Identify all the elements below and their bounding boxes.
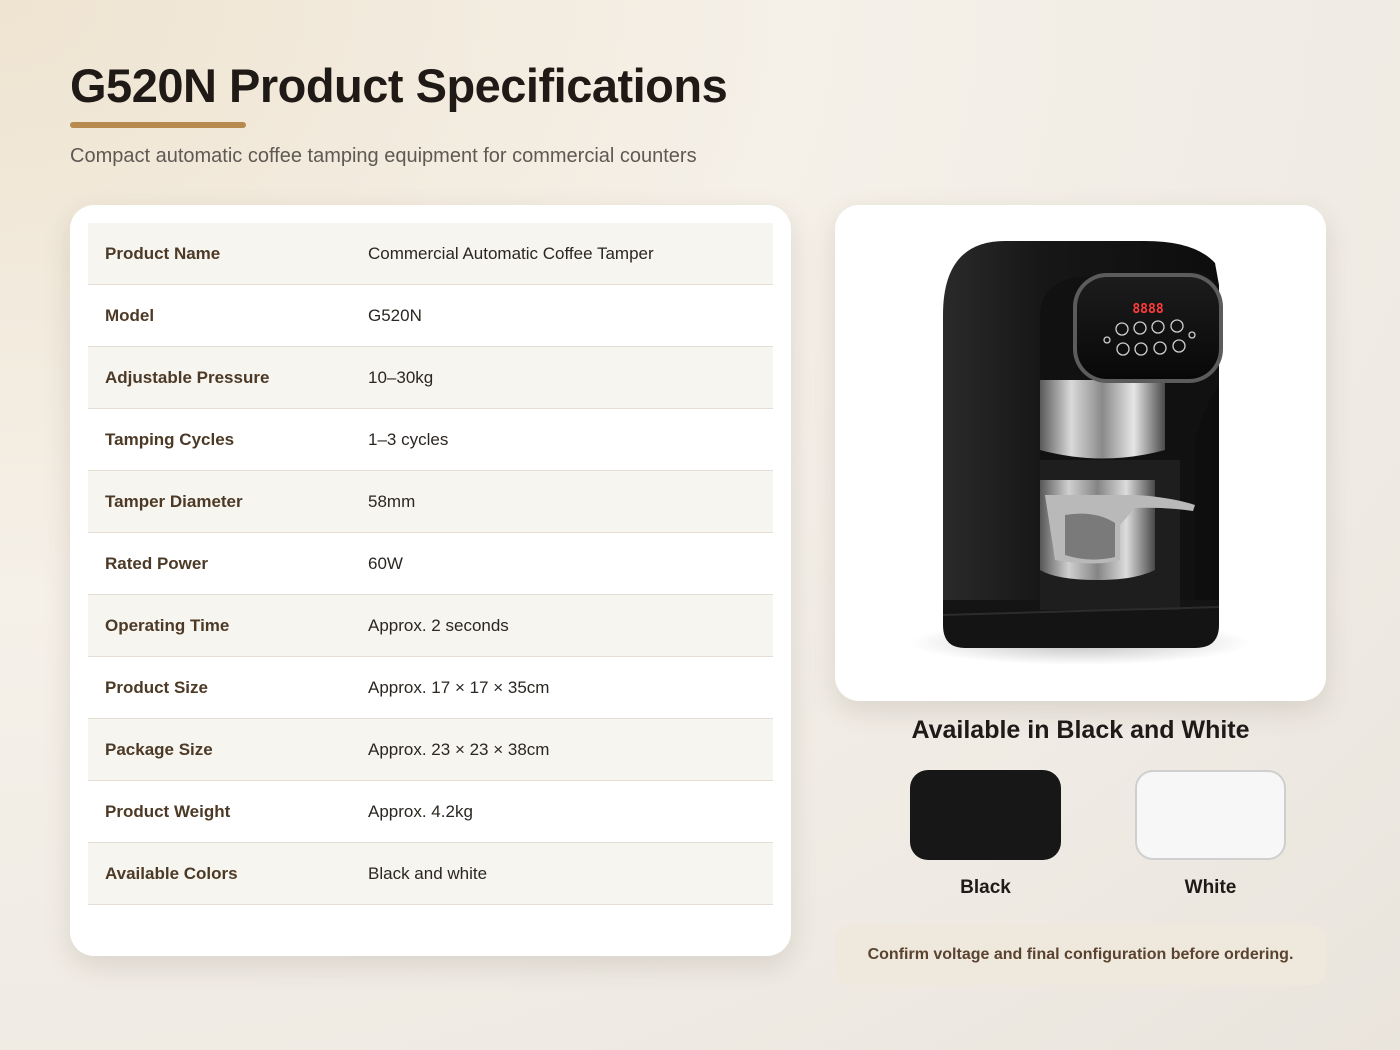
spec-value: 1–3 cycles xyxy=(368,429,449,449)
white-swatch-label: White xyxy=(1184,877,1237,898)
spec-row: Product Name Commercial Automatic Coffee… xyxy=(88,223,773,285)
spec-value: Approx. 17 × 17 × 35cm xyxy=(368,677,550,697)
spec-table: Product Name Commercial Automatic Coffee… xyxy=(70,205,791,956)
spec-row: Package Size Approx. 23 × 23 × 38cm xyxy=(88,719,773,781)
spec-label: Product Weight xyxy=(105,801,231,821)
white-color-swatch[interactable] xyxy=(1135,770,1286,860)
spec-label: Tamper Diameter xyxy=(105,491,243,511)
spec-value: G520N xyxy=(368,305,422,325)
spec-value: Commercial Automatic Coffee Tamper xyxy=(368,243,654,263)
spec-row: Product Weight Approx. 4.2kg xyxy=(88,781,773,843)
spec-row: Tamping Cycles 1–3 cycles xyxy=(88,409,773,471)
spec-label: Model xyxy=(105,305,155,325)
spec-value: 60W xyxy=(368,553,403,573)
title-underline xyxy=(70,122,246,128)
spec-value: Approx. 4.2kg xyxy=(368,801,473,821)
spec-value: 58mm xyxy=(368,491,416,511)
colors-title: Available in Black and White xyxy=(911,716,1250,744)
spec-page: G520N Product Specifications Compact aut… xyxy=(0,0,1400,1050)
spec-label: Adjustable Pressure xyxy=(105,367,270,387)
spec-row: Available Colors Black and white xyxy=(88,843,773,905)
spec-value: Black and white xyxy=(368,863,488,883)
ordering-note: Confirm voltage and final configuration … xyxy=(835,925,1326,985)
spec-label: Operating Time xyxy=(105,615,230,635)
page-subtitle: Compact automatic coffee tamping equipme… xyxy=(70,145,697,167)
product-image-card: 8888 xyxy=(835,205,1326,701)
black-swatch-label: Black xyxy=(960,877,1011,898)
page-title: G520N Product Specifications xyxy=(70,59,728,112)
spec-label: Product Size xyxy=(105,677,208,697)
led-display: 8888 xyxy=(1132,302,1163,317)
spec-value: Approx. 23 × 23 × 38cm xyxy=(368,739,550,759)
spec-row: Product Size Approx. 17 × 17 × 35cm xyxy=(88,657,773,719)
spec-label: Available Colors xyxy=(105,863,238,883)
spec-value: Approx. 2 seconds xyxy=(368,615,509,635)
spec-label: Product Name xyxy=(105,243,221,263)
spec-label: Rated Power xyxy=(105,553,208,573)
spec-row: Rated Power 60W xyxy=(88,533,773,595)
spec-row: Model G520N xyxy=(88,285,773,347)
spec-row: Tamper Diameter 58mm xyxy=(88,471,773,533)
black-color-swatch[interactable] xyxy=(910,770,1061,860)
spec-row: Adjustable Pressure 10–30kg xyxy=(88,347,773,409)
coffee-tamper-image: 8888 xyxy=(910,241,1250,665)
spec-row: Operating Time Approx. 2 seconds xyxy=(88,595,773,657)
spec-label: Package Size xyxy=(105,739,213,759)
spec-value: 10–30kg xyxy=(368,367,434,387)
spec-label: Tamping Cycles xyxy=(105,429,235,449)
